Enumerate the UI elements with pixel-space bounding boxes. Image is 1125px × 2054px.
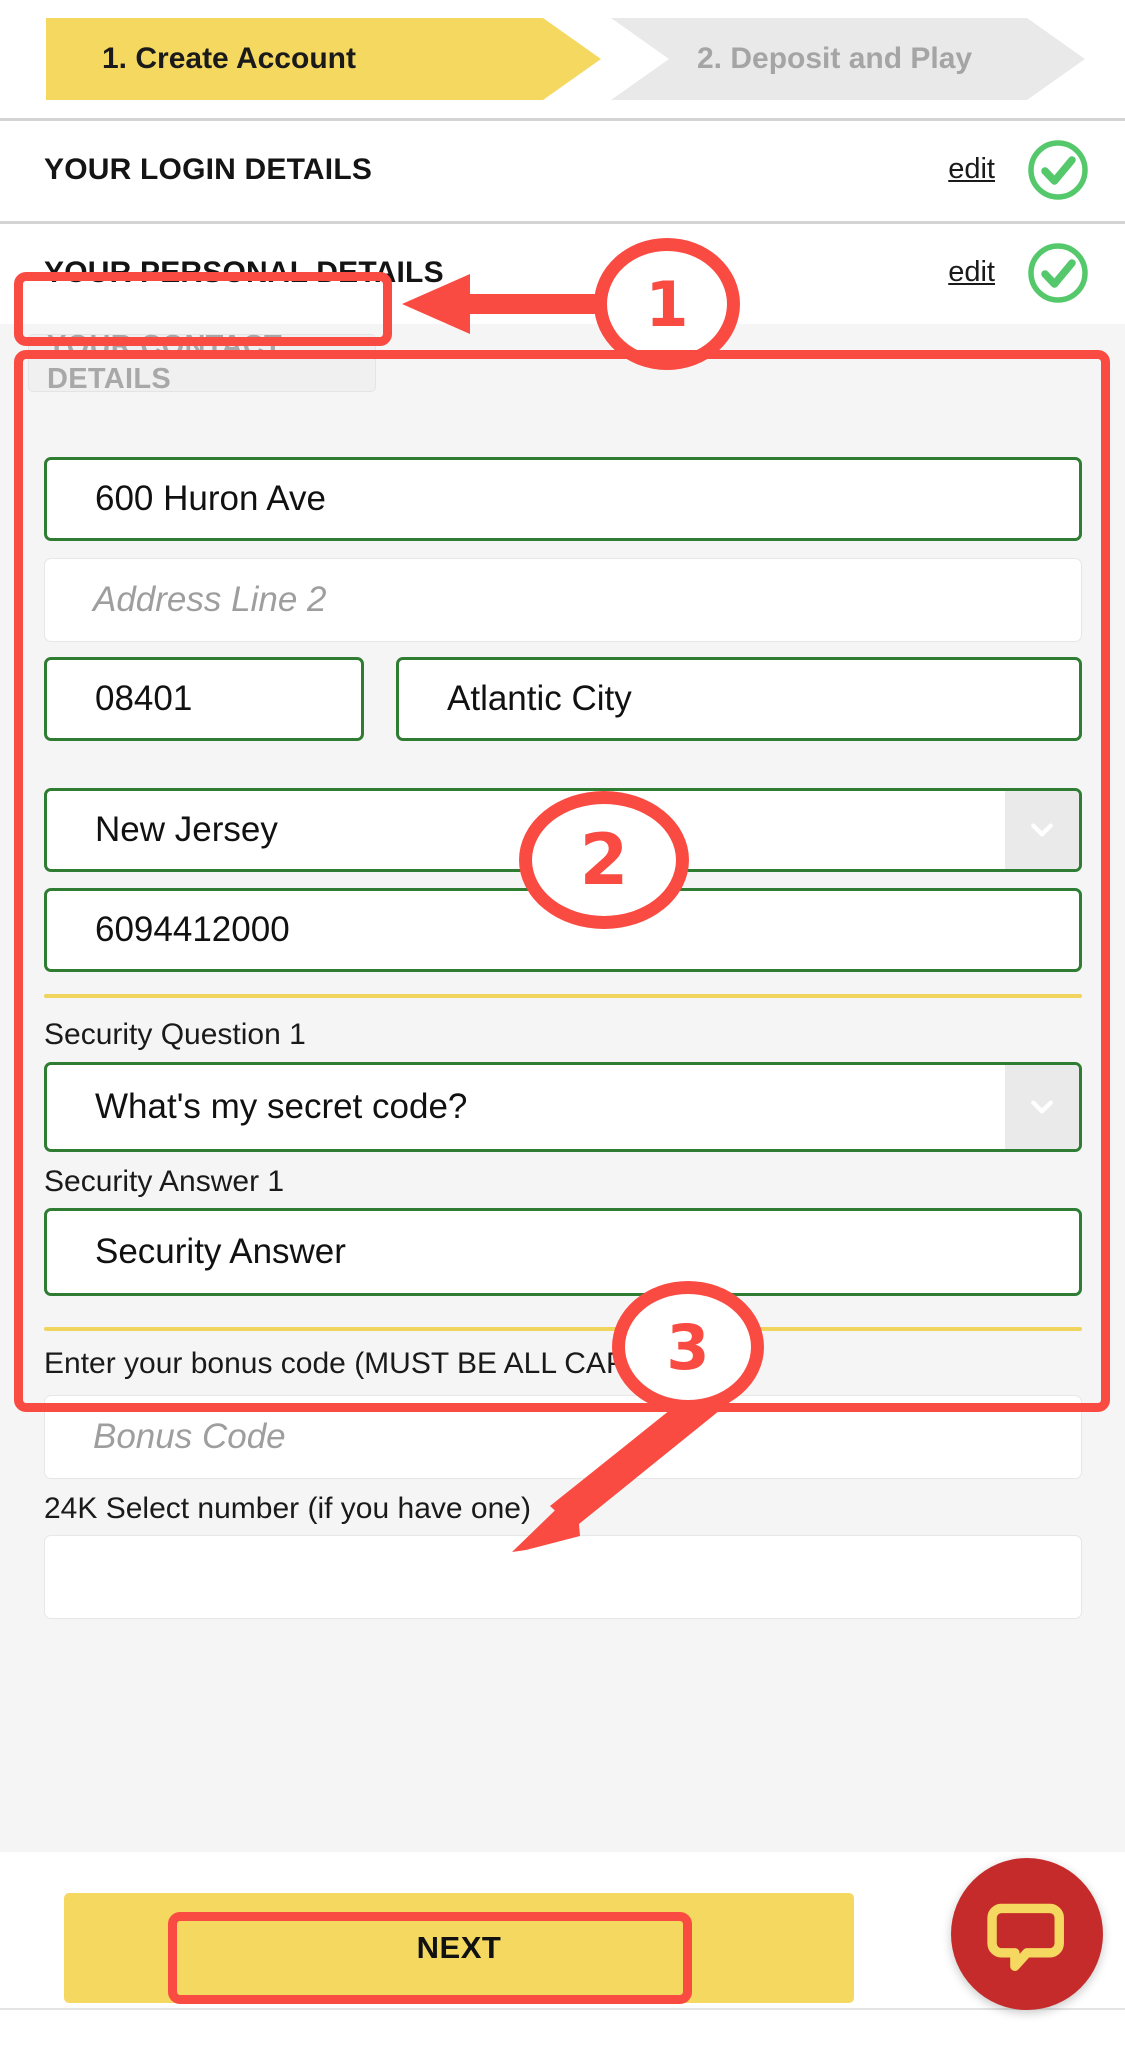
step-tab-label: 1. Create Account xyxy=(102,42,356,75)
bonus-code-input[interactable]: Bonus Code xyxy=(44,1395,1082,1479)
bonus-code-placeholder: Bonus Code xyxy=(93,1417,286,1456)
contact-details-header[interactable]: YOUR CONTACT DETAILS xyxy=(28,330,376,395)
phone-input[interactable]: 6094412000 xyxy=(44,888,1082,972)
state-select[interactable]: New Jersey xyxy=(44,788,1082,872)
check-circle-icon xyxy=(1028,139,1088,200)
security-question-1-select[interactable]: What's my secret code? xyxy=(44,1062,1082,1152)
chevron-down-icon xyxy=(1031,1100,1053,1114)
section-title: YOUR LOGIN DETAILS xyxy=(44,152,373,186)
state-select-caret[interactable] xyxy=(1005,791,1079,869)
section-row-personal-details[interactable]: YOUR PERSONAL DETAILS edit xyxy=(0,221,1125,321)
step-tab-deposit-and-play[interactable]: 2. Deposit and Play xyxy=(611,18,1085,100)
section-title: YOUR PERSONAL DETAILS xyxy=(44,255,444,289)
section-row-login-details[interactable]: YOUR LOGIN DETAILS edit xyxy=(0,118,1125,218)
contact-details-form: 600 Huron Ave Address Line 2 08401 Atlan… xyxy=(0,402,1125,1852)
step-tab-create-account[interactable]: 1. Create Account xyxy=(46,18,601,100)
chat-bubble-icon xyxy=(987,1903,1064,1971)
chevron-down-icon xyxy=(1031,823,1053,837)
chat-button[interactable] xyxy=(951,1858,1103,2010)
address-line-2-placeholder: Address Line 2 xyxy=(93,580,327,619)
security-answer-1-value: Security Answer xyxy=(95,1232,346,1271)
next-button[interactable]: NEXT xyxy=(64,1893,854,2003)
security-answer-1-input[interactable]: Security Answer xyxy=(44,1208,1082,1296)
contact-details-title: YOUR CONTACT DETAILS xyxy=(47,330,283,395)
address-line-2-input[interactable]: Address Line 2 xyxy=(44,558,1082,642)
select-number-input[interactable] xyxy=(44,1535,1082,1619)
security-question-1-value: What's my secret code? xyxy=(95,1087,468,1126)
edit-personal-details-link[interactable]: edit xyxy=(948,256,995,289)
form-divider xyxy=(44,994,1082,998)
select-number-label: 24K Select number (if you have one) xyxy=(44,1492,531,1525)
city-value: Atlantic City xyxy=(447,679,632,718)
edit-login-details-link[interactable]: edit xyxy=(948,153,995,186)
step-tab-label: 2. Deposit and Play xyxy=(697,42,973,75)
next-button-label: NEXT xyxy=(416,1930,502,1965)
check-circle-icon xyxy=(1028,242,1088,303)
address-line-1-input[interactable]: 600 Huron Ave xyxy=(44,457,1082,541)
security-answer-1-label: Security Answer 1 xyxy=(44,1165,285,1198)
city-input[interactable]: Atlantic City xyxy=(396,657,1082,741)
zip-code-value: 08401 xyxy=(95,679,193,718)
bottom-strip xyxy=(0,2008,1125,2054)
form-divider xyxy=(44,1327,1082,1331)
security-question-1-label: Security Question 1 xyxy=(44,1018,306,1051)
signup-steps: 1. Create Account 2. Deposit and Play xyxy=(0,0,1125,118)
security-question-1-caret[interactable] xyxy=(1005,1065,1079,1149)
bonus-code-label: Enter your bonus code (MUST BE ALL CAPS)… xyxy=(44,1347,665,1380)
address-line-1-value: 600 Huron Ave xyxy=(95,479,326,518)
zip-code-input[interactable]: 08401 xyxy=(44,657,364,741)
phone-value: 6094412000 xyxy=(95,910,290,949)
state-value: New Jersey xyxy=(95,810,278,849)
signup-page: 1. Create Account 2. Deposit and Play YO… xyxy=(0,0,1125,2054)
